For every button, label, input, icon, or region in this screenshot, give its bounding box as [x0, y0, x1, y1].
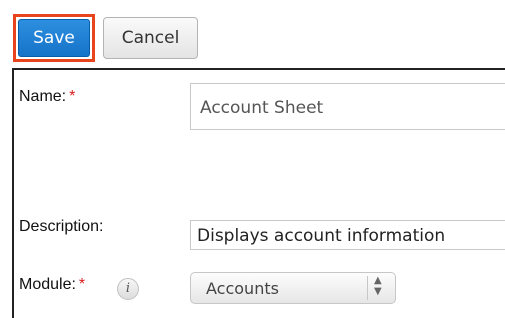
module-select-value: Accounts [206, 279, 279, 298]
info-icon[interactable]: i [117, 278, 139, 300]
module-label: Module: * [19, 276, 85, 294]
name-field[interactable]: Account Sheet [190, 83, 505, 130]
arrow-up-icon: ▲ [374, 275, 382, 286]
save-button[interactable]: Save [18, 19, 90, 57]
name-label-text: Name: [19, 88, 67, 105]
name-field-value: Account Sheet [200, 98, 324, 118]
module-select[interactable]: Accounts ▲ ▼ [190, 272, 396, 304]
name-required-marker: * [69, 88, 76, 105]
cancel-button[interactable]: Cancel [103, 17, 198, 59]
description-field-value: Displays account information [197, 226, 446, 246]
form-toolbar: Save Cancel [0, 0, 505, 64]
description-label: Description: [19, 218, 104, 235]
arrow-down-icon: ▼ [374, 286, 382, 297]
description-field[interactable]: Displays account information [190, 220, 505, 250]
name-label: Name: * [19, 88, 75, 106]
select-arrows-icon: ▲ ▼ [374, 275, 382, 297]
select-divider [367, 276, 368, 300]
module-label-text: Module: [19, 276, 76, 293]
module-required-marker: * [78, 276, 86, 293]
